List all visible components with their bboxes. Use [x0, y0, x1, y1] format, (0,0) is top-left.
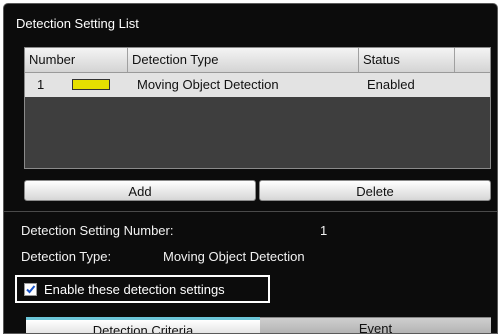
row-detection-type: Moving Object Detection	[137, 77, 279, 92]
enable-settings-label[interactable]: Enable these detection settings	[44, 282, 225, 297]
row-number: 1	[37, 77, 45, 92]
column-header-status[interactable]: Status	[359, 48, 455, 72]
enable-settings-highlight: Enable these detection settings	[15, 275, 270, 303]
detection-type-value: Moving Object Detection	[163, 249, 305, 264]
list-header: Number Detection Type Status	[25, 48, 490, 73]
panel-title: Detection Setting List	[16, 16, 139, 31]
row-status: Enabled	[367, 77, 415, 92]
add-button[interactable]: Add	[24, 180, 256, 201]
detection-settings-panel: Detection Setting List Number Detection …	[3, 3, 498, 334]
column-header-detection-type[interactable]: Detection Type	[128, 48, 359, 72]
detection-setting-number-value: 1	[320, 223, 328, 238]
detection-type-label: Detection Type:	[21, 249, 112, 264]
enable-settings-checkbox[interactable]	[24, 283, 37, 296]
column-header-number[interactable]: Number	[25, 48, 128, 72]
checkmark-icon	[26, 285, 36, 294]
tab-detection-criteria[interactable]: Detection Criteria	[26, 317, 260, 333]
delete-button[interactable]: Delete	[259, 180, 491, 201]
detection-setting-number-label: Detection Setting Number:	[21, 223, 174, 238]
detection-color-swatch	[72, 79, 110, 90]
tab-event[interactable]: Event	[260, 317, 491, 333]
section-divider	[4, 211, 497, 212]
detection-setting-list[interactable]: Number Detection Type Status 1 Moving Ob…	[24, 47, 491, 169]
column-header-spacer	[455, 48, 490, 72]
table-row[interactable]: 1 Moving Object Detection Enabled	[25, 73, 490, 97]
